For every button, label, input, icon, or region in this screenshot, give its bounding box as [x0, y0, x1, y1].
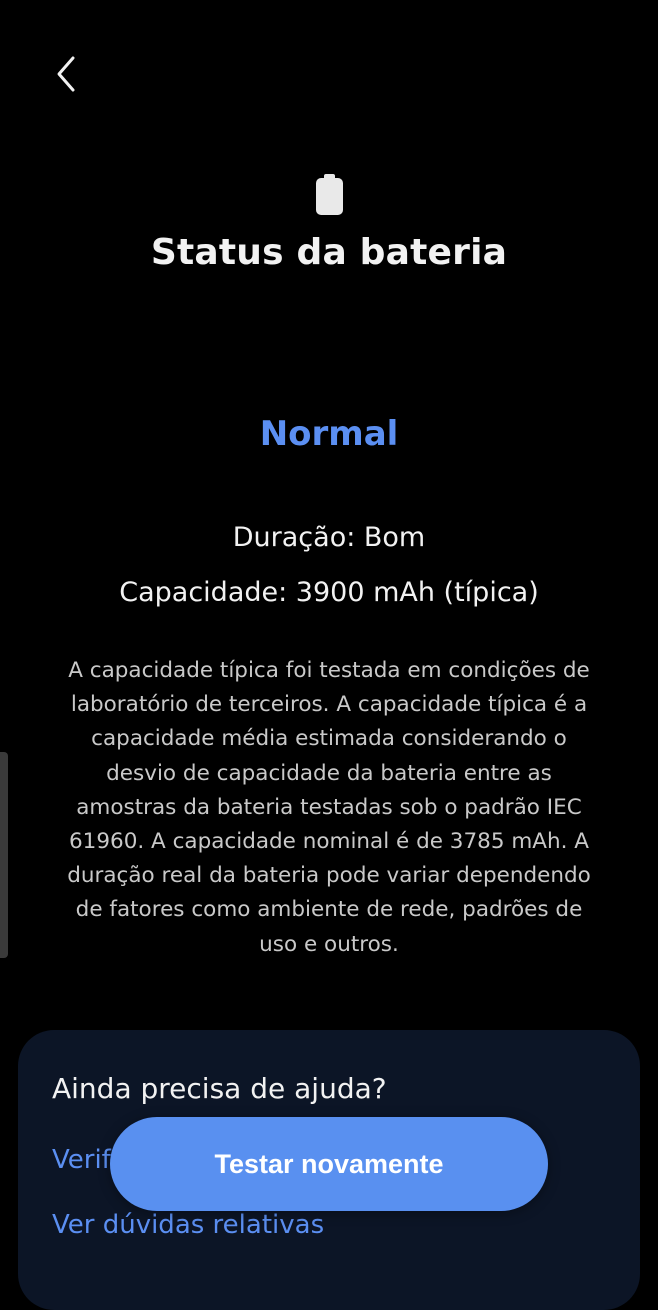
- capacity-description: A capacidade típica foi testada em condi…: [67, 658, 591, 957]
- battery-status-value: Normal: [259, 414, 399, 454]
- battery-duration: Duração: Bom: [232, 522, 426, 553]
- back-button[interactable]: [40, 48, 92, 100]
- edge-panel-handle[interactable]: [0, 752, 8, 958]
- help-link-related-faqs[interactable]: Ver dúvidas relativas: [52, 1210, 324, 1240]
- chevron-left-icon: [57, 56, 75, 92]
- help-title: Ainda precisa de ajuda?: [52, 1072, 387, 1105]
- battery-icon: [316, 174, 343, 215]
- page-title: Status da bateria: [150, 232, 508, 273]
- retest-button[interactable]: Testar novamente: [110, 1117, 548, 1211]
- battery-capacity: Capacidade: 3900 mAh (típica): [119, 577, 539, 608]
